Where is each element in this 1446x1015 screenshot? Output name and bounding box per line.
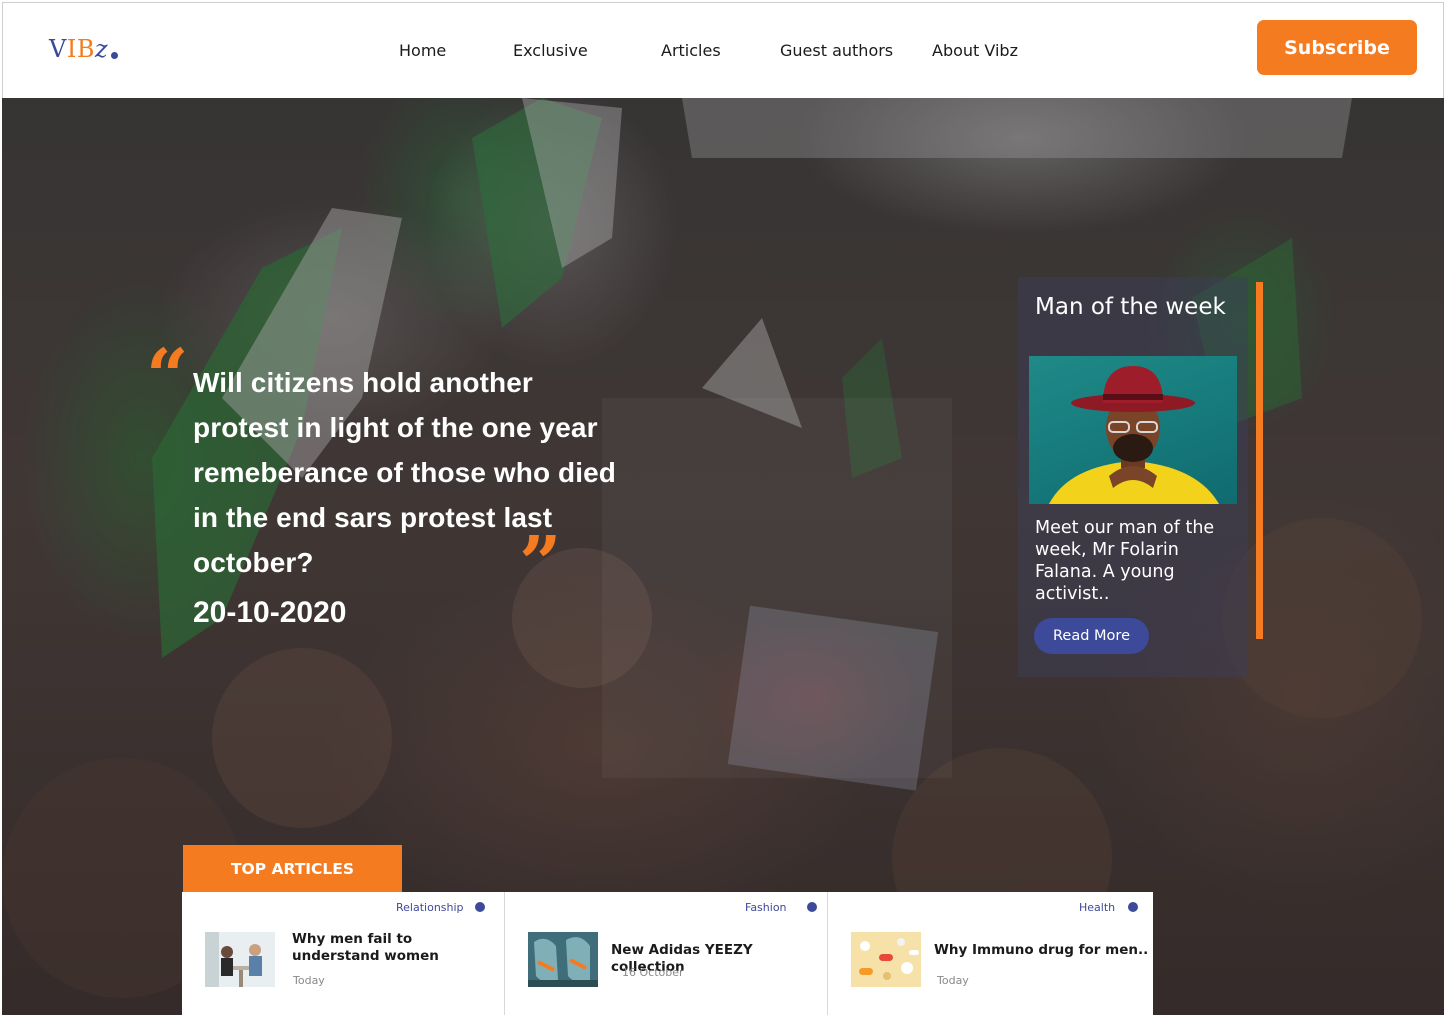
article-time: Today <box>293 974 325 987</box>
man-of-week-title: Man of the week <box>1035 294 1226 320</box>
category-dot-icon <box>1128 902 1138 912</box>
nav-guest-authors[interactable]: Guest authors <box>780 41 893 60</box>
article-thumbnail[interactable] <box>205 932 275 987</box>
article-time: 16 October <box>622 966 684 979</box>
article-category[interactable]: Fashion <box>745 901 787 914</box>
nav-articles[interactable]: Articles <box>661 41 721 60</box>
subscribe-button[interactable]: Subscribe <box>1257 20 1417 75</box>
logo[interactable]: VIBz <box>49 35 108 63</box>
nav-about-vibz[interactable]: About Vibz <box>932 41 1018 60</box>
article-title[interactable]: Why men fail to understand women <box>292 931 502 965</box>
article-title[interactable]: Why Immuno drug for men.. <box>934 942 1149 959</box>
man-of-week-photo <box>1029 356 1237 504</box>
article-card-health[interactable]: Health Why Immuno drug for men.. Today <box>828 892 1151 1015</box>
nav-exclusive[interactable]: Exclusive <box>513 41 588 60</box>
article-category[interactable]: Health <box>1079 901 1115 914</box>
hero-date: 20-10-2020 <box>193 596 347 629</box>
sneakers-image <box>528 932 598 987</box>
logo-dot <box>111 52 118 59</box>
man-of-week-accent-bar <box>1256 282 1263 639</box>
logo-letter-v: V <box>49 35 67 63</box>
article-category[interactable]: Relationship <box>396 901 464 914</box>
article-card-relationship[interactable]: Relationship Why men fail to understand … <box>182 892 505 1015</box>
portrait-image <box>1049 366 1219 504</box>
pills-image <box>851 932 921 987</box>
top-articles-list: Relationship Why men fail to understand … <box>182 892 1153 1015</box>
read-more-button[interactable]: Read More <box>1034 618 1149 654</box>
nav-home[interactable]: Home <box>399 41 446 60</box>
couple-talking-image <box>205 932 275 987</box>
article-thumbnail[interactable] <box>851 932 921 987</box>
category-dot-icon <box>475 902 485 912</box>
article-time: Today <box>937 974 969 987</box>
quote-close-icon: ” <box>519 521 562 607</box>
man-of-week-text: Meet our man of the week, Mr Folarin Fal… <box>1035 518 1215 604</box>
logo-letters-ib: IB <box>66 35 95 63</box>
article-card-fashion[interactable]: Fashion New Adidas YEEZY collection 16 O… <box>505 892 828 1015</box>
article-thumbnail[interactable] <box>528 932 598 987</box>
category-dot-icon <box>807 902 817 912</box>
quote-open-icon: “ <box>146 334 189 420</box>
top-articles-tab[interactable]: TOP ARTICLES <box>183 845 402 892</box>
logo-letter-z: z <box>94 35 109 63</box>
site-header: VIBz Home Exclusive Articles Guest autho… <box>2 2 1444 98</box>
